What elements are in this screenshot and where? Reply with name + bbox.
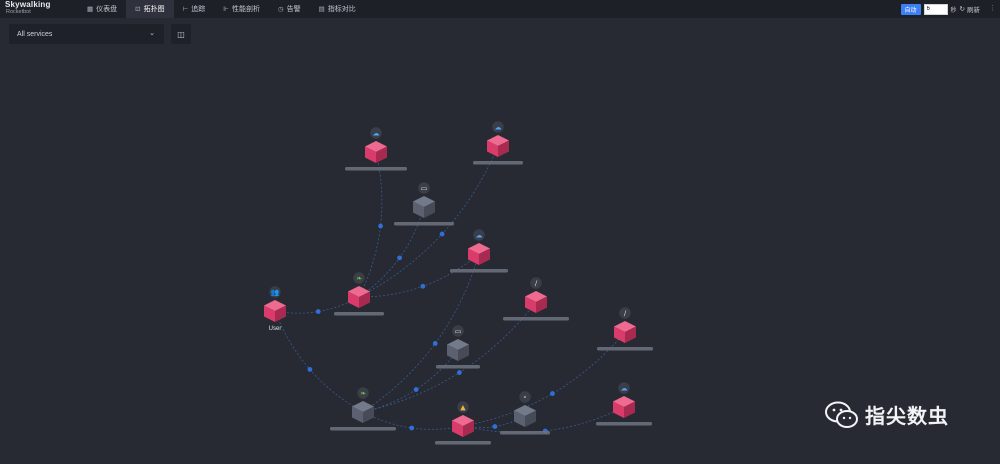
topology-node-n_top2[interactable]: ☁	[473, 120, 523, 165]
topology-node-label-redacted	[394, 222, 454, 226]
topology-node-label-redacted	[473, 161, 523, 165]
topology-node-n_db1[interactable]: ▭	[394, 181, 454, 226]
svg-text:•: •	[523, 394, 527, 402]
topology-node-label-redacted	[345, 167, 407, 171]
svg-text:☁: ☁	[373, 130, 380, 138]
topology-edge[interactable]	[358, 206, 425, 298]
topology-edge[interactable]	[274, 296, 360, 314]
feather-icon: ∕	[618, 306, 632, 320]
spring-icon: ❧	[356, 386, 370, 400]
cloud-icon: ☁	[617, 381, 631, 395]
topology-node-label-redacted	[436, 365, 480, 369]
svg-text:☁: ☁	[476, 232, 483, 240]
spring-icon: ❧	[352, 271, 366, 285]
cloud-icon: ☁	[472, 228, 486, 242]
topology-node-n_r3[interactable]: ☁	[596, 381, 652, 426]
topology-node-label-redacted	[435, 441, 491, 445]
topology-edge[interactable]	[462, 331, 626, 427]
watermark: 指尖数虫	[825, 400, 949, 429]
topology-node-label: User	[269, 326, 282, 332]
cloud-icon: ☁	[369, 126, 383, 140]
topology-node-n_db2[interactable]: ▭	[436, 324, 480, 369]
topology-node-label-redacted	[503, 317, 569, 321]
topology-node-n_mid1[interactable]: ☁	[450, 228, 508, 273]
watermark-text: 指尖数虫	[865, 406, 949, 428]
topology-node-label-redacted	[330, 427, 396, 431]
unknown-icon: •	[518, 390, 532, 404]
svg-text:▭: ▭	[421, 185, 428, 193]
rocket-icon: ▲	[456, 400, 470, 414]
topology-node-n_r1[interactable]: ∕	[503, 276, 569, 321]
topology-node-label-redacted	[596, 422, 652, 426]
database-icon: ▭	[417, 181, 431, 195]
svg-text:▲: ▲	[460, 404, 466, 412]
svg-text:▭: ▭	[455, 328, 462, 336]
svg-text:☁: ☁	[621, 385, 628, 393]
topology-node-n_top1[interactable]: ☁	[345, 126, 407, 171]
cloud-icon: ☁	[491, 120, 505, 134]
svg-text:❧: ❧	[360, 390, 366, 398]
topology-edge[interactable]	[274, 310, 364, 413]
topology-node-user[interactable]: 👥 User	[264, 285, 286, 332]
topology-node-label-redacted	[500, 431, 550, 435]
user-icon: 👥	[268, 285, 282, 299]
database-icon: ▭	[451, 324, 465, 338]
svg-text:👥: 👥	[271, 289, 280, 297]
svg-text:☁: ☁	[495, 124, 502, 132]
topology-node-n_gw1[interactable]: ❧	[334, 271, 384, 316]
topology-node-n_rem3[interactable]: •	[500, 390, 550, 435]
topology-node-label-redacted	[334, 312, 384, 316]
topology-edge[interactable]	[362, 349, 459, 413]
feather-icon: ∕	[529, 276, 543, 290]
topology-node-label-redacted	[597, 347, 653, 351]
topology-node-n_rocket[interactable]: ▲	[435, 400, 491, 445]
wechat-icon	[825, 401, 858, 428]
svg-text:❧: ❧	[356, 275, 362, 283]
topology-node-label-redacted	[450, 269, 508, 273]
topology-node-n_gw2[interactable]: ❧	[330, 386, 396, 431]
topology-edge[interactable]	[358, 253, 480, 298]
topology-node-n_r2[interactable]: ∕	[597, 306, 653, 351]
topology-graph[interactable]: 👥 User ☁ ☁ ▭ ☁ ❧ ∕ ▭ ∕ ❧ ▲ • ☁	[0, 0, 1000, 464]
